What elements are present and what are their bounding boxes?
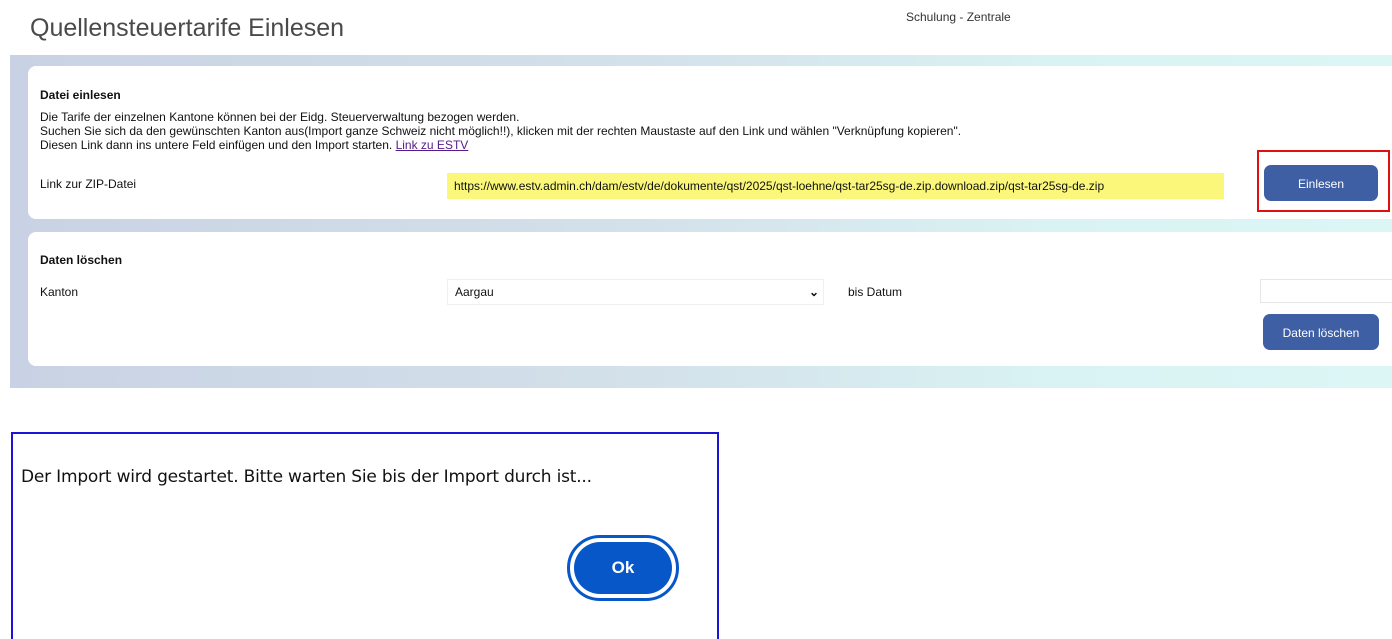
ok-button[interactable]: Ok [574, 542, 672, 594]
import-card: Datei einlesen Die Tarife der einzelnen … [28, 66, 1392, 219]
delete-card: Daten löschen Kanton Aargau ⌄ bis Datum … [28, 232, 1392, 366]
einlesen-button[interactable]: Einlesen [1264, 165, 1378, 201]
zip-url-input[interactable] [447, 173, 1224, 199]
description-line-3: Diesen Link dann ins untere Feld einfüge… [40, 138, 961, 152]
kanton-select[interactable]: Aargau ⌄ [447, 279, 824, 305]
kanton-label: Kanton [40, 285, 79, 299]
description-line-3-text: Diesen Link dann ins untere Feld einfüge… [40, 138, 393, 152]
kanton-selected-value: Aargau [455, 285, 494, 299]
daten-loeschen-button[interactable]: Daten löschen [1263, 314, 1379, 350]
description-line-2: Suchen Sie sich da den gewünschten Kanto… [40, 124, 962, 138]
zip-label: Link zur ZIP-Datei [40, 177, 137, 191]
description-line-1: Die Tarife der einzelnen Kantone können … [40, 110, 520, 124]
company-name: Schulung - Zentrale [906, 10, 1011, 24]
import-description: Die Tarife der einzelnen Kantone können … [40, 110, 961, 152]
page-title: Quellensteuertarife Einlesen [30, 14, 345, 42]
chevron-down-icon: ⌄ [808, 285, 819, 299]
date-input[interactable] [1260, 279, 1392, 303]
date-label: bis Datum [848, 285, 903, 299]
import-dialog: Der Import wird gestartet. Bitte warten … [11, 432, 719, 639]
delete-section-title: Daten löschen [40, 253, 123, 267]
dialog-message: Der Import wird gestartet. Bitte warten … [21, 467, 592, 487]
import-section-title: Datei einlesen [40, 88, 121, 102]
estv-link[interactable]: Link zu ESTV [396, 138, 469, 152]
